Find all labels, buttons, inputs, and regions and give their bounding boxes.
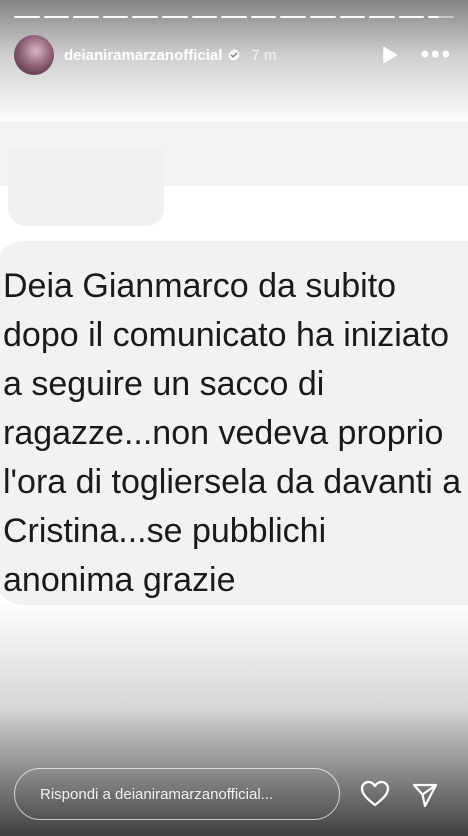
progress-segment bbox=[250, 16, 277, 18]
progress-segment bbox=[221, 16, 247, 18]
play-icon[interactable] bbox=[381, 46, 399, 64]
progress-segment bbox=[102, 16, 129, 18]
progress-segment bbox=[43, 16, 70, 18]
progress-segment bbox=[191, 16, 218, 18]
progress-segment bbox=[132, 16, 158, 18]
progress-segment bbox=[14, 16, 40, 18]
username[interactable]: deianiramarzanofficial bbox=[64, 47, 222, 64]
progress-segment bbox=[339, 16, 366, 18]
progress-segment bbox=[161, 16, 188, 18]
progress-segment bbox=[280, 16, 306, 18]
verified-badge-icon bbox=[227, 48, 241, 62]
progress-segment bbox=[73, 16, 99, 18]
message-text: Deia Gianmarco da subito dopo il comunic… bbox=[3, 267, 462, 599]
heart-icon[interactable] bbox=[360, 780, 390, 808]
story-progress-bar bbox=[14, 16, 454, 18]
previous-message-bubble bbox=[8, 150, 164, 226]
story-header: deianiramarzanofficial 7 m ••• bbox=[14, 34, 454, 76]
progress-segment bbox=[369, 16, 395, 18]
progress-segment bbox=[398, 16, 425, 18]
reply-placeholder: Rispondi a deianiramarzanofficial... bbox=[40, 785, 274, 803]
progress-segment bbox=[309, 16, 336, 18]
reply-input[interactable]: Rispondi a deianiramarzanofficial... bbox=[14, 768, 340, 820]
more-options-icon[interactable]: ••• bbox=[421, 43, 452, 67]
story-viewer[interactable]: Deia Gianmarco da subito dopo il comunic… bbox=[0, 0, 468, 836]
avatar[interactable] bbox=[14, 35, 54, 75]
send-icon[interactable] bbox=[411, 781, 439, 809]
progress-segment-current bbox=[428, 16, 454, 18]
post-time: 7 m bbox=[251, 46, 277, 64]
